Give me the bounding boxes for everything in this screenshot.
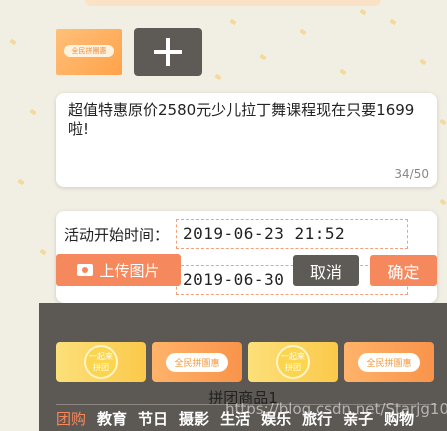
description-card[interactable]: 超值特惠原价2580元少儿拉丁舞课程现在只要1699啦! 34/50 <box>56 93 437 187</box>
watermark: https://blog.csdn.net/Starjg101 <box>225 400 447 418</box>
banner-option[interactable]: 一起来拼团 <box>56 342 146 382</box>
tab-holiday[interactable]: 节日 <box>138 408 168 429</box>
picker-toolbar: 上传图片 取消 确定 <box>56 254 437 288</box>
add-image-button[interactable] <box>134 28 202 76</box>
banner-text: 全民拼團惠 <box>166 352 228 372</box>
camera-icon <box>77 264 94 276</box>
upload-image-button[interactable]: 上传图片 <box>56 254 181 286</box>
banner-text: 一起来拼团 <box>84 345 118 379</box>
character-count: 34/50 <box>394 167 429 181</box>
tab-photography[interactable]: 摄影 <box>179 408 209 429</box>
start-time-field[interactable]: 2019-06-23 21:52 <box>176 219 408 249</box>
upload-label: 上传图片 <box>99 261 160 280</box>
start-time-row: 活动开始时间： 2019-06-23 21:52 <box>64 219 408 249</box>
banner-option[interactable]: 一起来拼团 <box>248 342 338 382</box>
top-card-edge <box>85 0 381 6</box>
tab-education[interactable]: 教育 <box>97 408 127 429</box>
thumbnail-ribbon: 全民拼團惠 <box>64 45 114 57</box>
banner-text: 一起来拼团 <box>276 345 310 379</box>
tab-group-buy[interactable]: 团购 <box>56 408 86 429</box>
banner-option[interactable]: 全民拼團惠 <box>344 342 434 382</box>
start-time-label: 活动开始时间： <box>64 225 170 244</box>
cover-thumbnail[interactable]: 全民拼團惠 <box>56 29 122 75</box>
plus-icon <box>154 38 182 66</box>
banner-text: 全民拼團惠 <box>358 352 420 372</box>
confirm-button[interactable]: 确定 <box>370 255 437 286</box>
description-text[interactable]: 超值特惠原价2580元少儿拉丁舞课程现在只要1699啦! <box>68 101 425 139</box>
banner-option[interactable]: 全民拼團惠 <box>152 342 242 382</box>
cancel-button[interactable]: 取消 <box>293 255 359 286</box>
